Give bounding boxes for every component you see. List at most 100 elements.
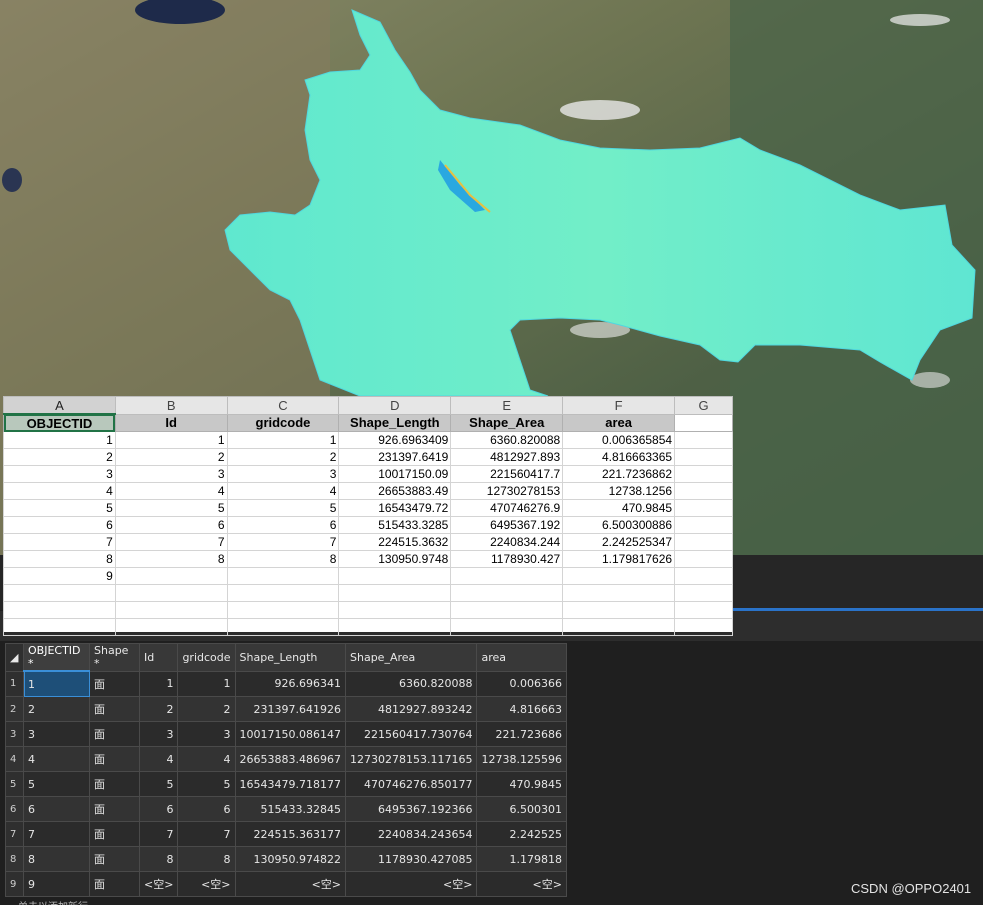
sheet-cell[interactable] <box>226 567 340 585</box>
row-header[interactable]: 6 <box>5 796 24 822</box>
table-cell[interactable]: 7 <box>23 821 90 847</box>
table-cell[interactable]: 1 <box>177 670 236 697</box>
sheet-cell[interactable] <box>226 601 340 619</box>
sheet-cell[interactable]: 1 <box>114 431 228 449</box>
sheet-cell[interactable]: 1.179817626 <box>562 550 676 568</box>
table-cell[interactable]: 6 <box>23 796 90 822</box>
header-cell-shape-area[interactable]: Shape_Area <box>450 413 564 432</box>
row-header[interactable]: 2 <box>5 696 24 722</box>
sheet-cell[interactable]: 4 <box>3 482 116 500</box>
sheet-cell[interactable]: 1 <box>226 431 340 449</box>
sheet-cell[interactable] <box>674 584 733 602</box>
sheet-cell[interactable] <box>674 550 733 568</box>
sheet-cell[interactable] <box>562 601 676 619</box>
table-cell[interactable]: 8 <box>138 846 179 872</box>
sheet-cell[interactable] <box>674 533 733 551</box>
sheet-cell[interactable] <box>562 567 676 585</box>
sheet-cell[interactable]: 6.500300886 <box>562 516 676 534</box>
sheet-cell[interactable]: 4.816663365 <box>562 448 676 466</box>
table-cell[interactable]: 1 <box>138 670 179 697</box>
table-cell[interactable]: 1.179818 <box>476 846 567 872</box>
table-cell[interactable]: 26653883.486967 <box>234 746 347 772</box>
column-header-id[interactable]: Id <box>138 643 179 672</box>
table-row[interactable]: 4 4 面 4 4 26653883.486967 12730278153.117165 12… <box>5 746 567 772</box>
sheet-cell[interactable]: 9 <box>3 567 116 585</box>
row-header[interactable]: 7 <box>5 821 24 847</box>
sheet-cell[interactable] <box>450 584 564 602</box>
sheet-cell[interactable] <box>562 584 676 602</box>
table-cell[interactable]: 9 <box>23 871 90 897</box>
table-row[interactable]: 3 3 面 3 3 10017150.086147 221560417.730764 221.… <box>5 721 567 747</box>
sheet-cell[interactable]: 6495367.192 <box>450 516 564 534</box>
sheet-cell[interactable] <box>674 482 733 500</box>
sheet-cell[interactable] <box>674 618 733 636</box>
column-header-shape[interactable]: Shape * <box>89 643 140 672</box>
table-row[interactable]: 8 8 面 8 8 130950.974822 1178930.427085 1.179818 <box>5 846 567 872</box>
table-cell[interactable]: 12730278153.117165 <box>344 746 478 772</box>
table-cell[interactable]: 7 <box>138 821 179 847</box>
sheet-cell[interactable] <box>114 618 228 636</box>
table-cell[interactable]: 8 <box>177 846 236 872</box>
table-cell[interactable]: 4 <box>138 746 179 772</box>
table-cell[interactable]: 4812927.893242 <box>344 696 478 722</box>
table-cell[interactable]: 4 <box>23 746 90 772</box>
column-letter-a[interactable]: A <box>3 396 116 415</box>
sheet-cell[interactable] <box>674 516 733 534</box>
sheet-cell[interactable]: 515433.3285 <box>338 516 452 534</box>
sheet-cell[interactable]: 6360.820088 <box>450 431 564 449</box>
sheet-cell[interactable] <box>338 601 452 619</box>
sheet-cell[interactable] <box>3 601 116 619</box>
table-cell[interactable]: 面 <box>89 796 140 822</box>
row-header[interactable]: 1 <box>5 670 24 697</box>
row-header[interactable]: 5 <box>5 771 24 797</box>
column-header-shape-area[interactable]: Shape_Area <box>344 643 478 672</box>
sheet-cell[interactable] <box>450 618 564 636</box>
table-cell[interactable]: 1178930.427085 <box>344 846 478 872</box>
sheet-cell[interactable]: 1178930.427 <box>450 550 564 568</box>
table-cell[interactable]: <空> <box>177 871 236 897</box>
sheet-cell[interactable]: 4 <box>226 482 340 500</box>
table-row[interactable]: 2 2 面 2 2 231397.641926 4812927.893242 4.816663 <box>5 696 567 722</box>
header-cell-id[interactable]: Id <box>114 413 228 432</box>
table-cell[interactable]: 12738.125596 <box>476 746 567 772</box>
table-cell[interactable]: 8 <box>23 846 90 872</box>
sheet-cell[interactable] <box>114 567 228 585</box>
table-cell[interactable]: 7 <box>177 821 236 847</box>
table-row[interactable]: 5 5 面 5 5 16543479.718177 470746276.850177 470.… <box>5 771 567 797</box>
table-cell[interactable]: 6.500301 <box>476 796 567 822</box>
table-cell[interactable]: <空> <box>234 871 347 897</box>
sheet-cell[interactable] <box>674 601 733 619</box>
table-cell[interactable]: 面 <box>89 871 140 897</box>
table-cell[interactable]: 3 <box>23 721 90 747</box>
sheet-cell[interactable]: 4 <box>114 482 228 500</box>
column-header-gridcode[interactable]: gridcode <box>177 643 236 672</box>
column-letter-g[interactable]: G <box>674 396 733 415</box>
table-cell[interactable]: 221.723686 <box>476 721 567 747</box>
sheet-cell[interactable]: 10017150.09 <box>338 465 452 483</box>
table-cell[interactable]: 2 <box>23 696 90 722</box>
sheet-cell[interactable]: 5 <box>114 499 228 517</box>
table-cell[interactable]: 面 <box>89 846 140 872</box>
column-header-area[interactable]: area <box>476 643 567 672</box>
column-header-shape-length[interactable]: Shape_Length <box>234 643 347 672</box>
table-cell[interactable]: 2 <box>138 696 179 722</box>
table-cell[interactable]: 1 <box>23 670 90 697</box>
table-cell[interactable]: 5 <box>177 771 236 797</box>
table-cell[interactable]: 6 <box>177 796 236 822</box>
sheet-cell[interactable]: 3 <box>114 465 228 483</box>
sheet-cell[interactable]: 7 <box>3 533 116 551</box>
sheet-cell[interactable] <box>114 584 228 602</box>
table-cell[interactable]: 5 <box>138 771 179 797</box>
sheet-cell[interactable] <box>674 431 733 449</box>
column-letter-c[interactable]: C <box>226 396 340 415</box>
header-cell-shape-length[interactable]: Shape_Length <box>338 413 452 432</box>
sheet-cell[interactable]: 8 <box>3 550 116 568</box>
table-cell[interactable]: <空> <box>138 871 179 897</box>
sheet-cell[interactable] <box>450 567 564 585</box>
sheet-cell[interactable]: 470746276.9 <box>450 499 564 517</box>
sheet-cell[interactable]: 26653883.49 <box>338 482 452 500</box>
column-letter-b[interactable]: B <box>114 396 228 415</box>
select-all-corner[interactable]: ◢ <box>5 643 24 672</box>
table-row[interactable]: 9 9 面 <空> <空> <空> <空> <空> <box>5 871 567 897</box>
table-cell[interactable]: 面 <box>89 821 140 847</box>
